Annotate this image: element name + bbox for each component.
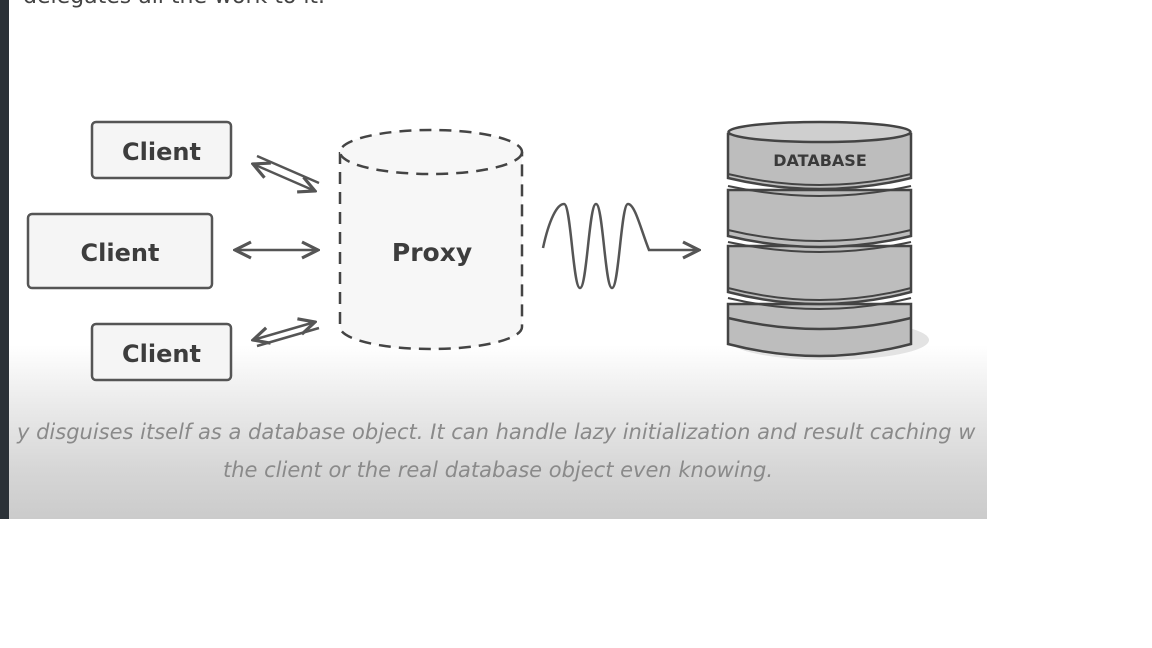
- proxy-diagram: Client Client Client Proxy DATABASE: [26, 120, 929, 382]
- caption-line-1: y disguises itself as a database object.…: [17, 420, 976, 444]
- arrow-client-top-proxy: [253, 154, 320, 191]
- proxy-cylinder: Proxy: [338, 128, 524, 351]
- wavy-arrow-proxy-database: [541, 202, 699, 290]
- client-box-bottom: Client: [90, 322, 233, 382]
- client-box-top: Client: [90, 120, 233, 180]
- video-frame: delegates all the work to it. Client Cli…: [0, 0, 987, 519]
- arrow-client-bottom-proxy: [253, 322, 320, 348]
- caption-line-2: the client or the real database object e…: [222, 458, 774, 482]
- client-label-bottom: Client: [122, 340, 201, 368]
- caption: y disguises itself as a database object.…: [9, 413, 987, 489]
- database-label: DATABASE: [773, 151, 867, 170]
- client-label-top: Client: [122, 138, 201, 166]
- slide-panel: delegates all the work to it. Client Cli…: [9, 0, 987, 519]
- proxy-label: Proxy: [392, 238, 472, 267]
- client-box-middle: Client: [26, 212, 214, 290]
- database-stack: DATABASE: [726, 120, 929, 360]
- client-label-middle: Client: [81, 239, 160, 267]
